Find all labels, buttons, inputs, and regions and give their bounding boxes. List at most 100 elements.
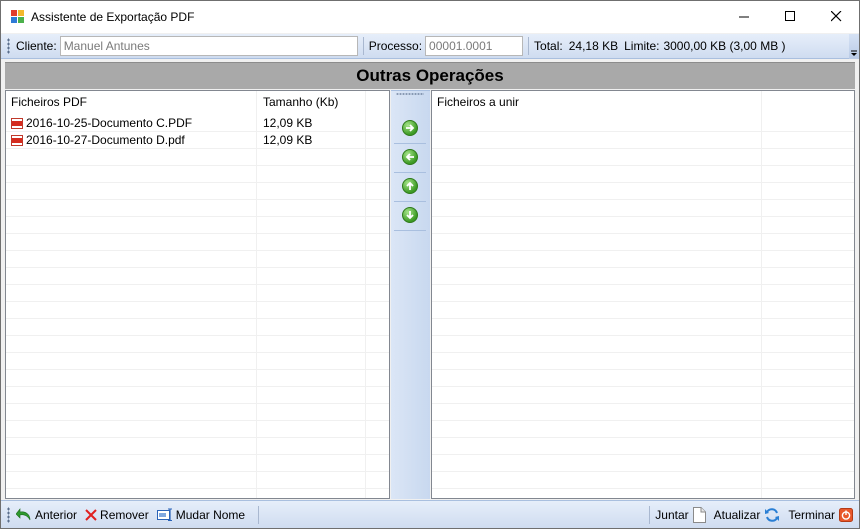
- column-header-files-to-merge[interactable]: Ficheiros a unir: [432, 91, 760, 113]
- rename-button[interactable]: Mudar Nome: [156, 508, 245, 522]
- grid-hline: [6, 301, 389, 302]
- toolbar-separator: [528, 37, 530, 55]
- arrow-up-icon: [406, 181, 414, 190]
- grid-hline: [6, 250, 389, 251]
- arrow-down-icon: [406, 211, 414, 220]
- grid-hline: [6, 148, 389, 149]
- file-name: 2016-10-25-Documento C.PDF: [26, 116, 193, 130]
- arrow-right-icon: [406, 124, 415, 132]
- grid-hline: [432, 488, 854, 489]
- window-controls: [721, 1, 859, 33]
- export-wizard-window: Assistente de Exportação PDF Cliente: Ma…: [0, 0, 860, 529]
- grid-hline: [432, 454, 854, 455]
- refresh-label: Atualizar: [713, 508, 761, 522]
- finish-button[interactable]: Terminar: [788, 508, 853, 522]
- title-bar: Assistente de Exportação PDF: [1, 1, 859, 33]
- minimize-button[interactable]: [721, 1, 767, 31]
- toolbar-grip[interactable]: [7, 506, 10, 523]
- toolbar-separator: [394, 172, 426, 173]
- grid-hline: [432, 386, 854, 387]
- total-value: 24,18 KB: [568, 39, 619, 53]
- merge-button[interactable]: Juntar: [655, 507, 706, 523]
- close-button[interactable]: [813, 1, 859, 31]
- grid-hline: [432, 420, 854, 421]
- rename-icon: [156, 508, 173, 521]
- client-input[interactable]: Manuel Antunes: [59, 36, 358, 56]
- grid-hline: [432, 199, 854, 200]
- grid-hline: [432, 335, 854, 336]
- toolbar-separator: [394, 230, 426, 231]
- grid-hline: [432, 352, 854, 353]
- table-row[interactable]: 2016-10-25-Documento C.PDF 12,09 KB: [6, 115, 389, 132]
- toolbar-grip[interactable]: [7, 38, 10, 54]
- grid-hline: [6, 403, 389, 404]
- grid-hline: [6, 199, 389, 200]
- back-arrow-icon: [16, 507, 32, 522]
- table-row[interactable]: 2016-10-27-Documento D.pdf 12,09 KB: [6, 132, 389, 149]
- chevron-down-icon: [851, 50, 857, 56]
- grid-hline: [432, 369, 854, 370]
- pdf-file-icon: [11, 118, 23, 129]
- process-input[interactable]: 00001.0001: [425, 36, 524, 56]
- grid-hline: [6, 335, 389, 336]
- remove-label: Remover: [100, 507, 149, 522]
- move-down-button[interactable]: [402, 207, 418, 223]
- grid-hline: [432, 165, 854, 166]
- grid-hline: [6, 318, 389, 319]
- grid-hline: [432, 233, 854, 234]
- client-label: Cliente:: [16, 39, 57, 53]
- grid-hline: [432, 216, 854, 217]
- section-title: Outras Operações: [356, 66, 504, 85]
- maximize-button[interactable]: [767, 1, 813, 31]
- pdf-files-list[interactable]: Ficheiros PDF Tamanho (Kb) 2016-10-25-Do…: [5, 90, 390, 499]
- total-label: Total:: [534, 39, 563, 53]
- grid-hline: [6, 369, 389, 370]
- grid-hline: [432, 182, 854, 183]
- grid-hline: [6, 454, 389, 455]
- grid-hline: [432, 131, 854, 132]
- move-left-button[interactable]: [402, 149, 418, 165]
- grid-hline: [6, 216, 389, 217]
- column-header-size[interactable]: Tamanho (Kb): [258, 91, 366, 113]
- grid-hline: [6, 471, 389, 472]
- toolbar-separator: [394, 201, 426, 202]
- grid-hline: [6, 233, 389, 234]
- file-size: 12,09 KB: [263, 133, 313, 147]
- toolbar-separator: [394, 143, 426, 144]
- remove-x-icon: [85, 508, 97, 521]
- toolbar-overflow-button[interactable]: [849, 34, 859, 59]
- grid-hline: [6, 267, 389, 268]
- move-up-button[interactable]: [402, 178, 418, 194]
- refresh-button[interactable]: Atualizar: [714, 507, 781, 523]
- back-label: Anterior: [35, 507, 78, 522]
- grid-hline: [6, 284, 389, 285]
- toolbar-separator: [258, 505, 260, 524]
- grid-hline: [6, 420, 389, 421]
- section-header: Outras Operações: [5, 62, 855, 89]
- grid-hline: [432, 267, 854, 268]
- limit-value: 3000,00 KB (3,00 MB ): [663, 39, 786, 53]
- arrow-left-icon: [405, 153, 414, 161]
- merge-files-list[interactable]: Ficheiros a unir: [431, 90, 855, 499]
- grid-hline: [432, 403, 854, 404]
- column-header-pdf-files[interactable]: Ficheiros PDF: [6, 91, 256, 113]
- close-icon: [830, 10, 841, 21]
- file-size: 12,09 KB: [263, 116, 313, 130]
- grid-hline: [432, 301, 854, 302]
- grid-hline: [6, 386, 389, 387]
- grid-hline: [432, 148, 854, 149]
- bottom-toolbar: Anterior Remover Mudar Nome Juntar Atual…: [1, 500, 859, 528]
- grid-hline: [432, 284, 854, 285]
- grid-hline: [6, 352, 389, 353]
- remove-button[interactable]: Remover: [85, 508, 149, 522]
- grid-hline: [432, 318, 854, 319]
- back-button[interactable]: Anterior: [16, 508, 77, 522]
- grid-hline: [6, 131, 389, 132]
- grid-hline: [432, 471, 854, 472]
- move-right-button[interactable]: [402, 120, 418, 136]
- power-icon: [839, 508, 853, 522]
- merge-label: Juntar: [655, 508, 689, 522]
- toolbar-grip[interactable]: [396, 93, 424, 95]
- grid-hline: [432, 250, 854, 251]
- toolbar-separator: [362, 37, 364, 55]
